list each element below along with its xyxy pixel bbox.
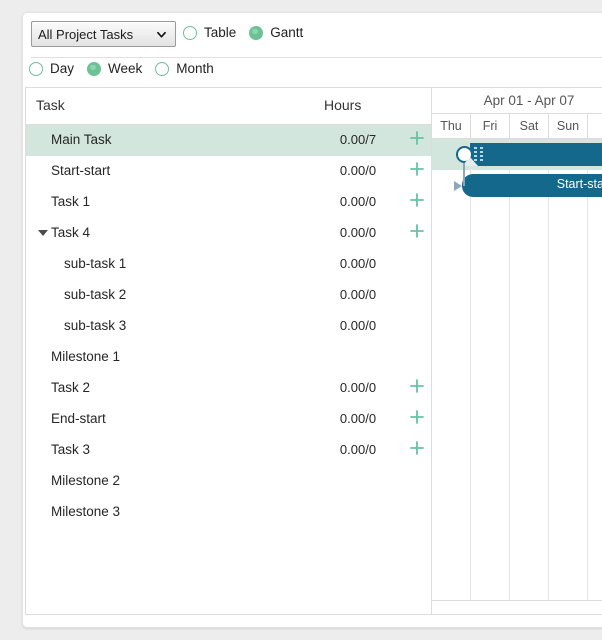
radio-view-gantt[interactable]: Gantt: [249, 25, 303, 40]
task-hours: 0.00/7: [339, 132, 377, 147]
task-name: Start-start: [51, 163, 111, 178]
table-row[interactable]: End-start 0.00/0: [26, 404, 431, 435]
radio-indicator[interactable]: [183, 25, 197, 40]
radio-scale-week[interactable]: Week: [87, 61, 142, 76]
radio-label: Day: [50, 61, 75, 76]
task-hours: 0.00/0: [339, 256, 377, 271]
toolbar: All Project Tasks Table Gantt Day Week M…: [23, 13, 602, 76]
radio-indicator[interactable]: [87, 61, 102, 76]
table-row[interactable]: Milestone 1: [26, 342, 431, 373]
table-row[interactable]: Main Task 0.00/7: [26, 125, 431, 156]
task-name: Milestone 2: [51, 473, 121, 488]
task-hours: 0.00/0: [339, 411, 377, 426]
gantt-week-header: Apr 01 - Apr 07: [432, 88, 602, 114]
table-row[interactable]: Task 2 0.00/0: [26, 373, 431, 404]
table-row[interactable]: Milestone 2: [26, 466, 431, 497]
gantt-panel: All Project Tasks Table Gantt Day Week M…: [22, 12, 602, 628]
radio-label: Week: [108, 61, 143, 76]
gantt-column: [549, 139, 588, 600]
table-row[interactable]: Task 1 0.00/0: [26, 187, 431, 218]
gantt-column: [471, 139, 510, 600]
task-hours: 0.00/0: [339, 225, 377, 240]
gantt-chart: Apr 01 - Apr 07 ThuFriSatSunM Start-sta: [432, 88, 602, 614]
task-name: sub-task 2: [64, 287, 127, 302]
task-hours: 0.00/0: [339, 318, 377, 333]
scale-radio-group: Day Week Month: [29, 61, 227, 76]
radio-indicator[interactable]: [155, 61, 170, 76]
gantt-column: [588, 139, 602, 600]
gantt-column: [510, 139, 549, 600]
toolbar-divider: [31, 57, 602, 58]
task-hours: 0.00/0: [339, 287, 377, 302]
plus-icon[interactable]: [408, 129, 426, 147]
table-row[interactable]: Task 4 0.00/0: [26, 218, 431, 249]
project-select-wrapper: All Project Tasks: [31, 21, 176, 47]
radio-view-table[interactable]: Table: [183, 25, 236, 40]
task-name: Task 2: [51, 380, 91, 395]
table-row[interactable]: sub-task 3 0.00/0: [26, 311, 431, 342]
radio-scale-day[interactable]: Day: [29, 61, 74, 76]
gantt-grid-container: Task Hours Main Task 0.00/7 Start-start 0.0…: [25, 87, 602, 615]
task-name: sub-task 1: [64, 256, 127, 271]
task-hours: 0.00/0: [339, 442, 377, 457]
plus-icon[interactable]: [408, 439, 426, 457]
gantt-day-label: M: [588, 114, 602, 138]
gantt-day-label: Sun: [549, 114, 588, 138]
task-name: End-start: [51, 411, 106, 426]
task-hours: 0.00/0: [339, 163, 377, 178]
task-name: Task 4: [51, 225, 91, 240]
task-table: Task Hours Main Task 0.00/7 Start-start 0.0…: [26, 88, 432, 614]
dependency-line: [463, 163, 465, 186]
triangle-down-icon[interactable]: [38, 230, 48, 236]
plus-icon[interactable]: [408, 222, 426, 240]
radio-indicator[interactable]: [249, 25, 264, 40]
gantt-day-label: Thu: [432, 114, 471, 138]
column-header-hours: Hours: [324, 97, 362, 113]
task-hours: 0.00/0: [339, 380, 377, 395]
plus-icon[interactable]: [408, 408, 426, 426]
radio-label: Table: [204, 25, 237, 40]
gantt-week-label: Apr 01 - Apr 07: [432, 88, 602, 113]
task-name: Task 1: [51, 194, 91, 209]
project-select[interactable]: All Project Tasks: [31, 21, 176, 47]
task-name: Milestone 3: [51, 504, 121, 519]
plus-icon[interactable]: [408, 191, 426, 209]
gantt-bar[interactable]: Start-sta: [462, 174, 602, 197]
gantt-column: [432, 139, 471, 600]
table-row[interactable]: sub-task 2 0.00/0: [26, 280, 431, 311]
gantt-bar-label: Start-sta: [556, 177, 602, 191]
task-name: Task 3: [51, 442, 91, 457]
column-header-task: Task: [36, 97, 65, 113]
task-name: sub-task 3: [64, 318, 127, 333]
radio-scale-month[interactable]: Month: [155, 61, 214, 76]
table-row[interactable]: sub-task 1 0.00/0: [26, 249, 431, 280]
dependency-arrow-icon: [454, 181, 462, 191]
radio-label: Month: [176, 61, 214, 76]
gantt-body-bottom-border: [432, 600, 602, 601]
gantt-bar[interactable]: [470, 143, 602, 166]
task-hours: 0.00/0: [339, 194, 377, 209]
gantt-day-header: ThuFriSatSunM: [432, 114, 602, 139]
plus-icon[interactable]: [408, 377, 426, 395]
radio-indicator[interactable]: [29, 61, 43, 76]
table-row[interactable]: Task 3 0.00/0: [26, 435, 431, 466]
task-table-header: Task Hours: [26, 88, 431, 125]
gantt-day-label: Sat: [510, 114, 549, 138]
task-name: Main Task: [51, 132, 112, 147]
gantt-day-label: Fri: [471, 114, 510, 138]
view-radio-group: Table Gantt: [183, 25, 316, 40]
table-row[interactable]: Milestone 3: [26, 497, 431, 528]
plus-icon[interactable]: [408, 160, 426, 178]
task-name: Milestone 1: [51, 349, 121, 364]
table-row[interactable]: Start-start 0.00/0: [26, 156, 431, 187]
radio-label: Gantt: [270, 25, 304, 40]
